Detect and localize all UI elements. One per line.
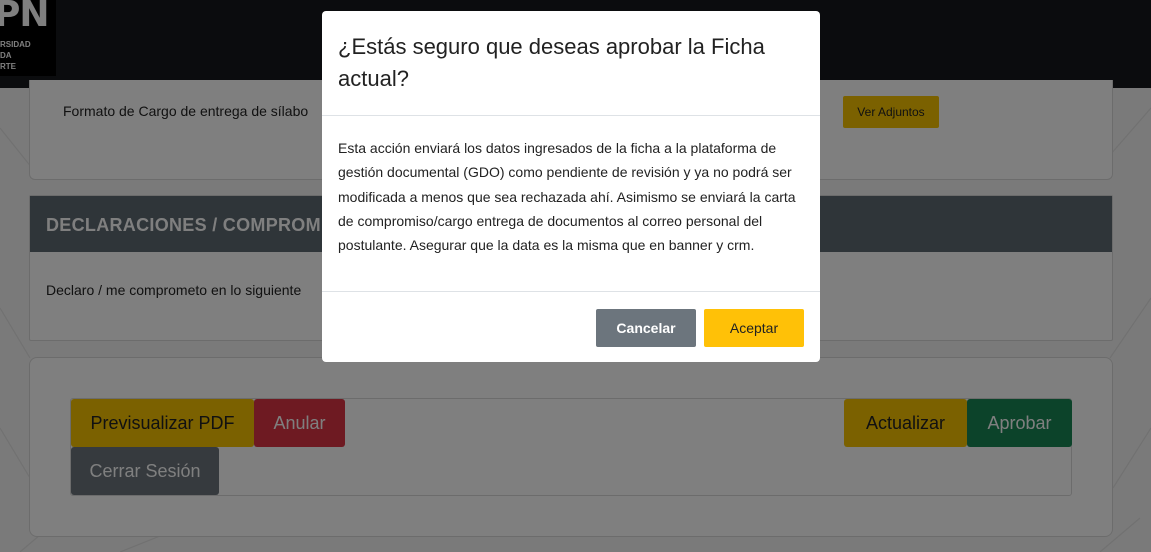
modal-body: Esta acción enviará los datos ingresados… (322, 116, 820, 292)
modal-message: Esta acción enviará los datos ingresados… (338, 140, 796, 254)
modal-header: ¿Estás seguro que deseas aprobar la Fich… (322, 11, 820, 116)
confirm-approve-modal: ¿Estás seguro que deseas aprobar la Fich… (322, 11, 820, 362)
accept-button[interactable]: Aceptar (704, 309, 804, 347)
cancel-button[interactable]: Cancelar (596, 309, 696, 347)
modal-title: ¿Estás seguro que deseas aprobar la Fich… (338, 34, 765, 91)
modal-footer: Cancelar Aceptar (322, 292, 820, 362)
